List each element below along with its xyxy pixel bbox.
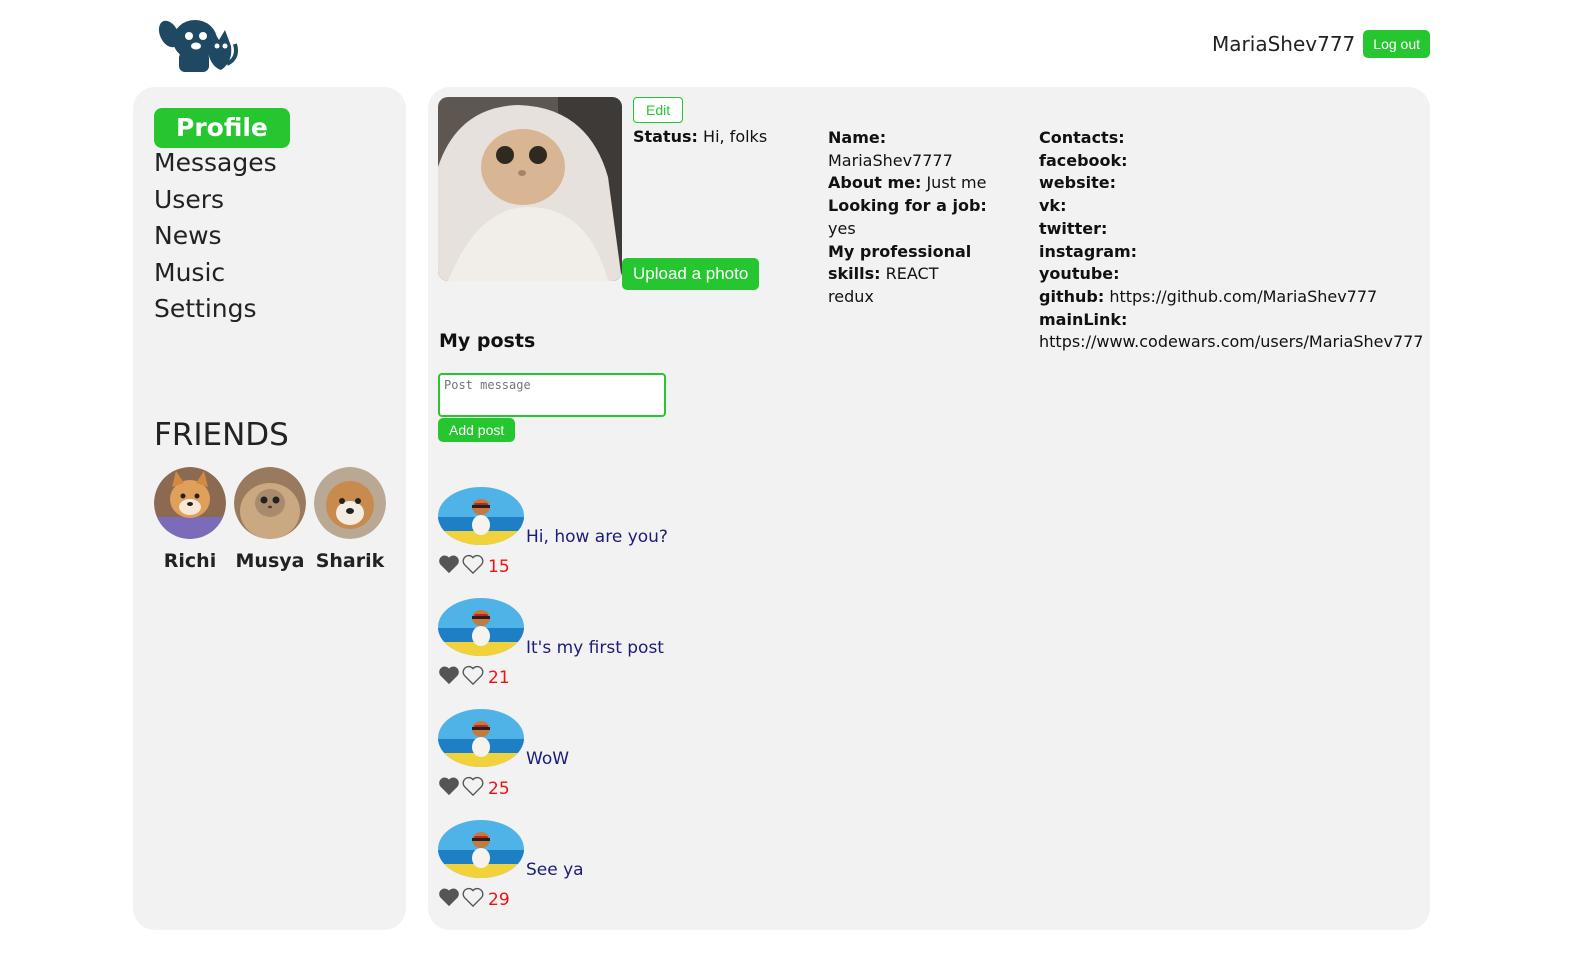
nav-item-profile[interactable]: Profile	[154, 108, 290, 148]
heart-outline-icon[interactable]	[462, 665, 484, 685]
post-item: WoW 25	[438, 709, 838, 799]
contacts-title: Contacts:	[1039, 128, 1125, 147]
upload-photo-button[interactable]: Upload a photo	[622, 258, 760, 290]
contact-vk-label: vk:	[1039, 196, 1067, 216]
profile-photo	[438, 97, 622, 281]
contact-mainlink-label: mainLink:	[1039, 309, 1128, 329]
my-posts-title: My posts	[439, 330, 536, 352]
contact-instagram-label: instagram:	[1039, 241, 1138, 261]
like-count: 21	[488, 668, 510, 688]
friend-item[interactable]: Musya	[234, 467, 306, 572]
skills-label-cont: skills:	[828, 264, 881, 284]
logout-button[interactable]: Log out	[1363, 30, 1430, 58]
friend-avatar[interactable]	[154, 467, 226, 539]
about-value: Just me	[926, 173, 987, 193]
post-item: See ya 29	[438, 820, 838, 910]
post-avatar	[438, 820, 524, 878]
about-label: About me:	[828, 173, 922, 193]
name-value: MariaShev7777	[828, 150, 953, 170]
post-likes: 25	[438, 773, 510, 799]
status-label: Status:	[633, 127, 698, 146]
nav-item-music[interactable]: Music	[154, 255, 290, 292]
contact-github-label: github:	[1039, 286, 1105, 306]
sidebar-nav: Profile Messages Users News Music Settin…	[154, 108, 290, 328]
friend-avatar[interactable]	[234, 467, 306, 539]
heart-filled-icon[interactable]	[438, 554, 460, 574]
job-label: Looking for a job:	[828, 196, 987, 216]
friend-name: Sharik	[315, 550, 385, 572]
post-text: WoW	[526, 749, 570, 769]
contact-website-label: website:	[1039, 173, 1116, 193]
edit-profile-button[interactable]: Edit	[633, 97, 684, 123]
post-avatar	[438, 598, 524, 656]
post-avatar	[438, 709, 524, 767]
nav-item-messages[interactable]: Messages	[154, 145, 290, 182]
add-post-button[interactable]: Add post	[438, 418, 516, 442]
contact-github-link[interactable]: https://github.com/MariaShev777	[1109, 287, 1377, 306]
name-label: Name:	[828, 128, 887, 147]
post-text: It's my first post	[526, 638, 664, 658]
friends-list: Richi Musya Sharik	[154, 467, 386, 572]
header-username: MariaShev777	[1212, 32, 1356, 56]
contact-youtube-label: youtube:	[1039, 264, 1120, 284]
post-text: Hi, how are you?	[526, 527, 668, 547]
job-value: yes	[828, 218, 856, 238]
main-content: Edit Status: Hi, folks Upload a photo Na…	[428, 87, 1430, 930]
heart-outline-icon[interactable]	[462, 776, 484, 796]
heart-outline-icon[interactable]	[462, 887, 484, 907]
like-count: 29	[488, 890, 510, 910]
contacts-info: Contacts: facebook: website: vk: twitter…	[1039, 127, 1423, 354]
skills-label: My professional	[828, 241, 972, 261]
post-likes: 15	[438, 551, 510, 577]
nav-item-settings[interactable]: Settings	[154, 291, 290, 328]
heart-filled-icon[interactable]	[438, 665, 460, 685]
heart-filled-icon[interactable]	[438, 887, 460, 907]
heart-filled-icon[interactable]	[438, 776, 460, 796]
like-count: 15	[488, 557, 510, 577]
friend-name: Richi	[163, 550, 217, 572]
status-line[interactable]: Status: Hi, folks	[633, 127, 767, 146]
post-likes: 21	[438, 662, 510, 688]
friend-name: Musya	[235, 550, 305, 572]
dog-cat-logo-icon[interactable]	[155, 14, 239, 74]
sidebar: Profile Messages Users News Music Settin…	[133, 87, 406, 930]
friends-title: FRIENDS	[154, 417, 289, 453]
friend-avatar[interactable]	[314, 467, 386, 539]
like-count: 25	[488, 779, 510, 799]
post-item: Hi, how are you? 15	[438, 487, 838, 577]
post-item: It's my first post 21	[438, 598, 838, 688]
post-avatar	[438, 487, 524, 545]
status-value[interactable]: Hi, folks	[703, 127, 767, 146]
contact-facebook-label: facebook:	[1039, 150, 1128, 170]
friend-item[interactable]: Sharik	[314, 467, 386, 572]
post-text: See ya	[526, 860, 584, 880]
friend-item[interactable]: Richi	[154, 467, 226, 572]
post-message-input[interactable]	[438, 373, 666, 417]
post-likes: 29	[438, 884, 510, 910]
heart-outline-icon[interactable]	[462, 554, 484, 574]
nav-item-news[interactable]: News	[154, 218, 290, 255]
nav-item-users[interactable]: Users	[154, 182, 290, 219]
contact-mainlink-link[interactable]: https://www.codewars.com/users/MariaShev…	[1039, 331, 1423, 354]
profile-info: Name: MariaShev7777 About me: Just me Lo…	[828, 127, 988, 309]
contact-twitter-label: twitter:	[1039, 218, 1108, 238]
header-user-area: MariaShev777 Log out	[1212, 30, 1430, 58]
